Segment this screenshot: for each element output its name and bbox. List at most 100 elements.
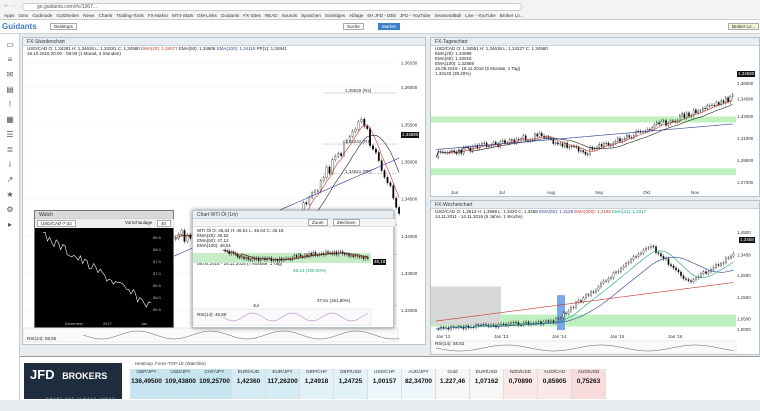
bookmark-item[interactable]: READ [265, 11, 278, 20]
weekly-highlight-bar [557, 295, 565, 331]
hourly-pivot-label: 1,35929 (R2) [345, 88, 372, 93]
ticker-euraud[interactable]: EUR/AUD 1,42360 [232, 369, 266, 399]
weekly-candle [660, 253, 662, 257]
weekly-candle [672, 265, 675, 269]
weekly-candle [617, 270, 620, 273]
ticker-gbpusd[interactable]: GBP/USD 1,24725 [334, 369, 368, 399]
bookmark-item[interactable]: Charts [99, 11, 113, 20]
bookmark-item[interactable]: MT4-Stats [172, 11, 193, 20]
weekly-candle [595, 289, 597, 293]
bookmark-item[interactable]: JFD - YouTube [400, 11, 430, 20]
mini-xlabel: Dezember [65, 321, 84, 326]
broker-button[interactable]: Broker Lo... [728, 23, 760, 30]
calendar-icon[interactable]: ▦ [4, 116, 16, 124]
weekly-candle [667, 258, 670, 265]
daily-chart-canvas[interactable]: 1,36000 1,34580 1,33000 1,31000 1,29000 1,270… [431, 38, 760, 198]
desktops-button[interactable]: Desktops [50, 23, 77, 30]
daily-candle [731, 94, 734, 97]
ticker-usdjpy[interactable]: USD/JPY 109,43800 [164, 369, 198, 399]
ticker-chfjpy[interactable]: CHF/JPY 109,25700 [198, 369, 232, 399]
bookmark-item[interactable]: FX-Sites [243, 11, 261, 20]
daily-candle [561, 143, 564, 147]
back-icon[interactable]: ← [3, 2, 10, 9]
bookmark-item[interactable]: Sounds [282, 11, 298, 20]
ticker-nzdusd[interactable]: NZD/USD 0,70890 [504, 369, 538, 399]
weekly-candle [687, 279, 690, 281]
hourly-ytick: 1,35000 [401, 160, 418, 165]
forward-icon[interactable]: → [10, 2, 17, 9]
mini-ytick: 86.5 [153, 283, 162, 288]
ticker-gbpchf[interactable]: GBP/CHF 1,24918 [300, 369, 334, 399]
weekly-chart-canvas[interactable]: 1,4500 1,3458 1,2500 1,1500 1,0500 1,0000 Jan … [431, 201, 760, 356]
wti-candle [272, 260, 275, 262]
mini-chart-canvas[interactable]: 88.5 88.0 87.5 87.0 86.5 86.0 85.5 Dezember 2017… [35, 211, 175, 329]
daily-ema20-line [435, 99, 733, 158]
app-header: Guidants Desktops Suche Market Broker Lo… [0, 20, 760, 34]
monitor-icon[interactable]: ▭ [4, 41, 16, 49]
daily-candle [685, 112, 688, 118]
ticker-eurjpy[interactable]: EUR/JPY 117,26200 [266, 369, 300, 399]
weekly-candle [502, 323, 505, 325]
ticker-audjpy[interactable]: AUD/JPY 82,34700 [402, 369, 436, 399]
weekly-candle [545, 320, 547, 322]
daily-candle [504, 140, 506, 144]
bookmark-item[interactable]: Godmode [32, 11, 52, 20]
bookmark-item[interactable]: Trading-Tools [116, 11, 144, 20]
bookmark-item[interactable]: Guidants [221, 11, 239, 20]
daily-candle [545, 136, 548, 138]
weekly-xlabel: Jan '14 [552, 334, 567, 339]
daily-candle [628, 135, 630, 138]
bookmark-item[interactable]: News [83, 11, 95, 20]
search-button[interactable]: Suche [343, 23, 364, 30]
bookmark-item[interactable]: Live - YouTube [465, 11, 495, 20]
bookmark-item[interactable]: Gmx [18, 11, 28, 20]
bookmark-item[interactable]: SeasonalBull [434, 11, 461, 20]
hourly-candle [337, 153, 340, 157]
weekly-candle [657, 252, 660, 254]
market-button[interactable]: Market [378, 23, 400, 30]
ticker-audcad[interactable]: AUD/CAD 0,85905 [538, 369, 572, 399]
info-icon[interactable]: i [4, 161, 16, 169]
ticker-eurusd[interactable]: EUR/USD 1,07162 [470, 369, 504, 399]
weekly-candle [607, 278, 610, 282]
mini-chart-window[interactable]: Watch USD/CAD-7-22 Vorschaulage 40 88.5 8… [34, 210, 175, 329]
bookmark-item[interactable]: GM-Links [197, 11, 217, 20]
arrow-icon[interactable]: ▸ [4, 221, 16, 229]
gear-icon[interactable]: ⚙ [4, 206, 16, 214]
settings-icon[interactable]: ☰ [4, 131, 16, 139]
weekly-candle [715, 264, 717, 268]
hourly-candle [389, 182, 392, 186]
ticker-gold[interactable]: Gold 1.227,46 [436, 369, 470, 399]
weekly-candle [510, 322, 512, 324]
ticker-usdchf[interactable]: USD/CHF 1,00157 [368, 369, 402, 399]
trend-icon[interactable]: ↗ [4, 176, 16, 184]
bookmark-item[interactable]: Broker Lo... [500, 11, 524, 20]
hourly-ytick: 1,34500 [401, 197, 418, 202]
hourly-candle [322, 177, 325, 181]
daily-candle [683, 113, 686, 118]
menu-icon[interactable]: ≡ [4, 56, 16, 64]
bookmark-item[interactable]: Sonstiges [325, 11, 345, 20]
ticker-audusd[interactable]: AUD/USD 0,75263 [572, 369, 606, 399]
chart-icon[interactable]: ▤ [4, 86, 16, 94]
weekly-candle [587, 294, 590, 296]
url-bar[interactable]: go.guidants.com/#c/1367... [22, 3, 522, 11]
daily-candle [637, 131, 640, 132]
bookmark-item[interactable]: Sprachen [301, 11, 321, 20]
list-icon[interactable]: ≣ [4, 146, 16, 154]
chat-icon[interactable]: ✉ [4, 71, 16, 79]
bookmark-item[interactable]: GoldSeiten [56, 11, 79, 20]
ticker-gbpjpy[interactable]: GBP/JPY 136,49500 [130, 369, 164, 399]
wti-chart-window[interactable]: Chart WTI Öl (1m) Zoom Zeichnen WTI Öl O… [192, 210, 395, 328]
star-icon[interactable]: ★ [4, 191, 16, 199]
mini-ytick: 87.0 [153, 271, 162, 276]
bookmark-item[interactable]: Apps [4, 11, 14, 20]
bookmark-item[interactable]: 6H JFD - DE6 [367, 11, 396, 20]
bookmark-item[interactable]: Ablage [349, 11, 363, 20]
hourly-candle [386, 177, 389, 183]
hourly-candle [360, 118, 363, 122]
alert-icon[interactable]: ! [4, 101, 16, 109]
bookmark-item[interactable]: FX-Makro [148, 11, 168, 20]
weekly-candle [577, 300, 580, 303]
weekly-candle [677, 269, 680, 273]
